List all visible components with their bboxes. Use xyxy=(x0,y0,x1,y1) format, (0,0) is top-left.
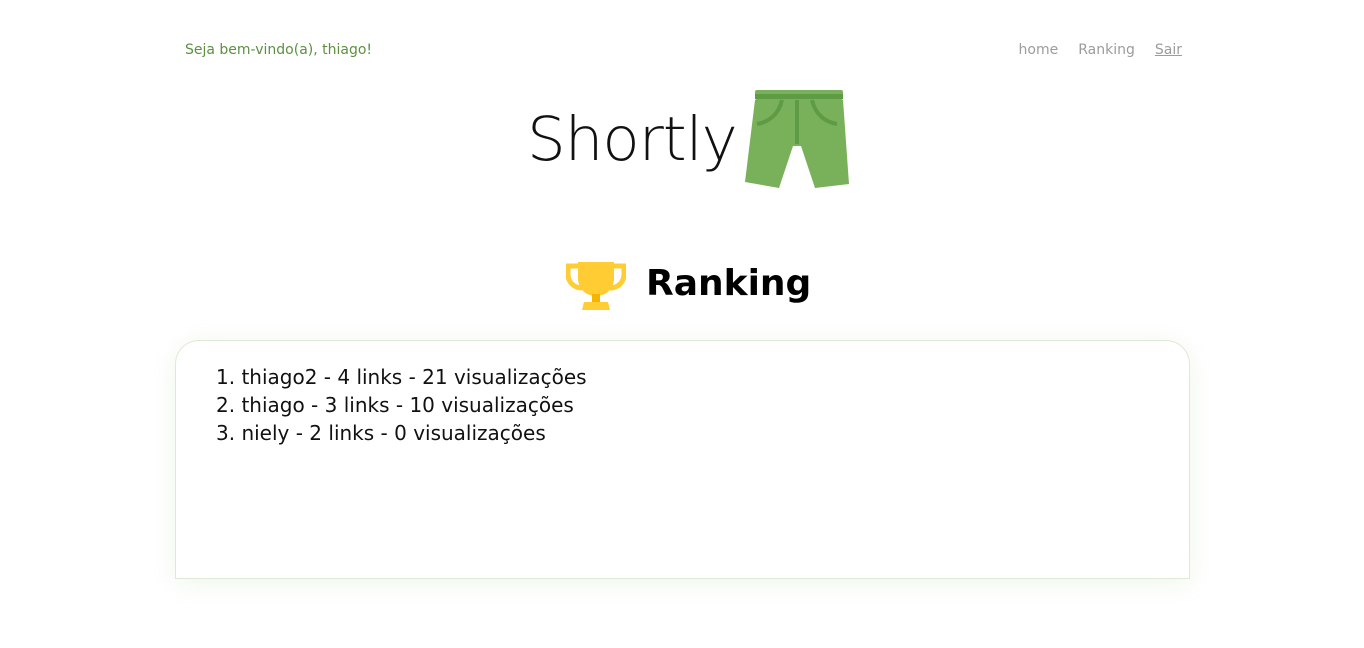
ranking-item: 1. thiago2 - 4 links - 21 visualizações xyxy=(216,365,587,389)
page: Seja bem-vindo(a), thiago! home Ranking … xyxy=(0,0,1364,648)
ranking-list: 1. thiago2 - 4 links - 21 visualizações … xyxy=(176,341,1189,447)
logout-link[interactable]: Sair xyxy=(1155,40,1182,60)
nav-ranking-link[interactable]: Ranking xyxy=(1078,40,1135,60)
ranking-title: Ranking xyxy=(646,263,812,304)
top-nav: home Ranking Sair xyxy=(1019,40,1182,60)
shorts-icon xyxy=(744,88,849,188)
welcome-message: Seja bem-vindo(a), thiago! xyxy=(185,42,373,58)
ranking-item: 2. thiago - 3 links - 10 visualizações xyxy=(216,393,574,417)
brand-logo[interactable]: Shortly xyxy=(527,88,849,188)
ranking-item: 3. niely - 2 links - 0 visualizações xyxy=(216,421,546,445)
ranking-panel: 1. thiago2 - 4 links - 21 visualizações … xyxy=(175,340,1190,579)
nav-home-link[interactable]: home xyxy=(1019,40,1059,60)
brand-name: Shortly xyxy=(527,104,738,175)
trophy-icon xyxy=(566,256,626,312)
ranking-header: Ranking xyxy=(566,256,811,312)
